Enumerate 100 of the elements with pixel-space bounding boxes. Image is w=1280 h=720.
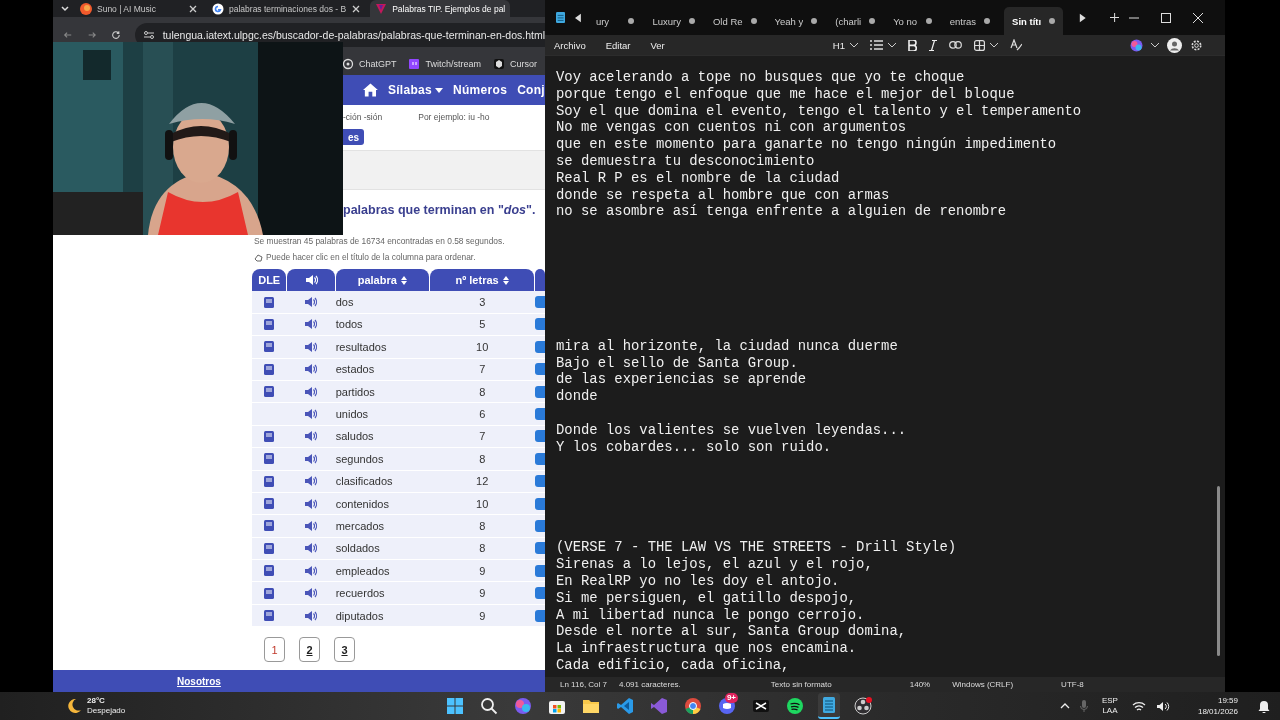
microphone-icon[interactable] [1079, 700, 1088, 712]
reload-icon[interactable] [110, 28, 121, 41]
speaker-icon[interactable] [304, 542, 318, 555]
settings-icon[interactable] [1190, 38, 1203, 52]
speaker-icon[interactable] [304, 408, 318, 421]
row-button[interactable] [535, 296, 545, 309]
editor-tab[interactable]: Old Re [708, 7, 761, 35]
book-icon[interactable] [264, 475, 275, 487]
row-button[interactable] [535, 385, 545, 398]
heading-dropdown[interactable]: H1 [832, 39, 858, 51]
book-icon[interactable] [264, 587, 275, 599]
row-button[interactable] [535, 542, 545, 555]
speaker-icon[interactable] [304, 452, 318, 465]
menu-item[interactable]: Archivo [554, 39, 586, 51]
speaker-icon[interactable] [304, 296, 318, 309]
taskbar-app[interactable]: 9+ [716, 693, 738, 719]
speaker-icon[interactable] [304, 609, 318, 622]
bold-icon[interactable] [907, 39, 917, 51]
menu-item[interactable]: Ver [650, 39, 665, 51]
row-button[interactable] [535, 475, 545, 488]
nav-link[interactable]: Números [453, 83, 508, 97]
volume-icon[interactable] [1155, 700, 1170, 712]
table-dropdown[interactable] [973, 39, 998, 51]
row-button[interactable] [535, 564, 545, 577]
column-header[interactable]: palabra [335, 269, 429, 292]
speaker-icon[interactable] [304, 497, 318, 510]
nav-link[interactable]: Conj [517, 83, 545, 97]
browser-tab[interactable]: palabras terminaciones dos - B [207, 0, 367, 17]
nav-menu[interactable]: Sílabas [387, 83, 443, 97]
book-icon[interactable] [264, 318, 275, 330]
editor-tab[interactable]: entras [945, 7, 995, 35]
speaker-icon[interactable] [304, 340, 318, 353]
editor-tab[interactable]: Yeah y [770, 7, 822, 35]
book-icon[interactable] [264, 386, 275, 398]
page-button[interactable]: 1 [264, 637, 285, 663]
book-icon[interactable] [264, 565, 275, 577]
language-indicator[interactable]: ESP LAA [1101, 696, 1118, 716]
row-button[interactable] [535, 408, 545, 421]
search-button[interactable]: es [343, 129, 365, 145]
bookmark-link[interactable]: ChatGPT [341, 57, 397, 70]
editor-tab[interactable]: (charli [831, 7, 880, 35]
row-button[interactable] [535, 430, 545, 443]
editor-tab[interactable]: ury [591, 7, 639, 35]
column-header[interactable]: DLE [252, 269, 287, 292]
document-text[interactable]: Voy acelerando a tope no busques que yo te choque porque tengo el enfoque que me hace el mejor del bloque Soy el que domina el evento, tengo el talento y el temperamento No me vengas con cuentos ni con argumentos que en este momento para ganarte no tengo ningún impedimento se demuestra tu desconocimiento Real R P es el nombre de la ciudad donde se respeta al hombre que con armas no se asombre así tenga enfrente a alguien de renombre mira al horizonte, la ciudad nunca duerme Bajo el sello de Santa Group. de las experiencias se aprende donde Donde los valientes se vuelven leyendas... Y los cobardes... solo son ruido. (VERSE 7 - THE LAW VS THE STREETS - Drill Style) Sirenas a lo lejos, el azul y el rojo, En RealRP yo no les doy el antojo. Si me persiguen, el gatillo despojo, A mi libertad nunca le pongo cerrojo. Desde el norte al sur, Santa Group domina, La infraestructura que nos encamina. Cada edificio, cada oficina, [545, 56, 1213, 677]
close-icon[interactable] [188, 3, 198, 14]
notification-bell-icon[interactable] [1258, 699, 1270, 713]
speaker-icon[interactable] [304, 564, 318, 577]
menu-item[interactable]: Editar [605, 39, 631, 51]
book-icon[interactable] [264, 498, 275, 510]
page-button[interactable]: 3 [334, 637, 355, 663]
speaker-icon[interactable] [304, 520, 318, 532]
page-button[interactable]: 2 [299, 637, 320, 663]
moon-icon[interactable] [66, 698, 82, 714]
footer-link[interactable]: Nosotros [177, 675, 221, 687]
column-header[interactable] [535, 269, 545, 292]
speaker-icon[interactable] [304, 385, 318, 398]
row-button[interactable] [535, 587, 545, 600]
new-tab-icon[interactable] [1109, 12, 1120, 23]
wifi-icon[interactable] [1131, 700, 1146, 712]
address-field[interactable]: tulengua.iatext.ulpgc.es/buscador-de-palabras/palabras-que-terminan-en-dos.html [134, 22, 545, 47]
speaker-icon[interactable] [304, 587, 318, 600]
list-dropdown[interactable] [869, 40, 896, 50]
home-icon[interactable] [363, 83, 378, 97]
book-icon[interactable] [264, 430, 275, 442]
editor-tab[interactable]: Luxury [648, 7, 699, 35]
maximize-icon[interactable] [1161, 12, 1172, 23]
site-settings-icon[interactable] [142, 28, 155, 41]
italic-icon[interactable] [928, 39, 937, 51]
browser-tab[interactable]: Suno | AI Music [75, 0, 203, 17]
editor-tab[interactable]: Sin títı [1004, 7, 1064, 35]
book-icon[interactable] [264, 520, 275, 532]
close-icon[interactable] [351, 3, 362, 14]
scroll-right-icon[interactable] [1079, 12, 1086, 23]
editor-tab[interactable]: Yo no [889, 7, 936, 35]
row-button[interactable] [535, 363, 545, 376]
row-button[interactable] [535, 497, 545, 510]
bookmark-link[interactable]: Cursor [493, 57, 537, 70]
speaker-icon[interactable] [304, 363, 318, 376]
avatar-icon[interactable] [1167, 37, 1182, 53]
spellcheck-icon[interactable] [1009, 39, 1022, 51]
scrollbar-thumb[interactable] [1217, 486, 1220, 656]
row-button[interactable] [535, 340, 545, 353]
column-header[interactable]: nº letras [430, 269, 535, 292]
row-button[interactable] [535, 609, 545, 622]
link-icon[interactable] [948, 41, 962, 49]
book-icon[interactable] [264, 341, 275, 353]
speaker-icon[interactable] [304, 430, 318, 443]
speaker-icon[interactable] [304, 475, 318, 488]
book-icon[interactable] [264, 453, 275, 465]
row-button[interactable] [535, 452, 545, 465]
row-button[interactable] [535, 318, 545, 331]
book-icon[interactable] [264, 363, 275, 375]
speaker-icon[interactable] [304, 318, 318, 331]
book-icon[interactable] [264, 296, 275, 308]
column-header[interactable] [287, 269, 335, 292]
clock[interactable]: 19:59 18/01/2026 [1197, 695, 1238, 717]
chevron-up-icon[interactable] [1059, 703, 1070, 709]
copilot-icon[interactable] [1130, 38, 1143, 52]
book-icon[interactable] [264, 610, 275, 622]
